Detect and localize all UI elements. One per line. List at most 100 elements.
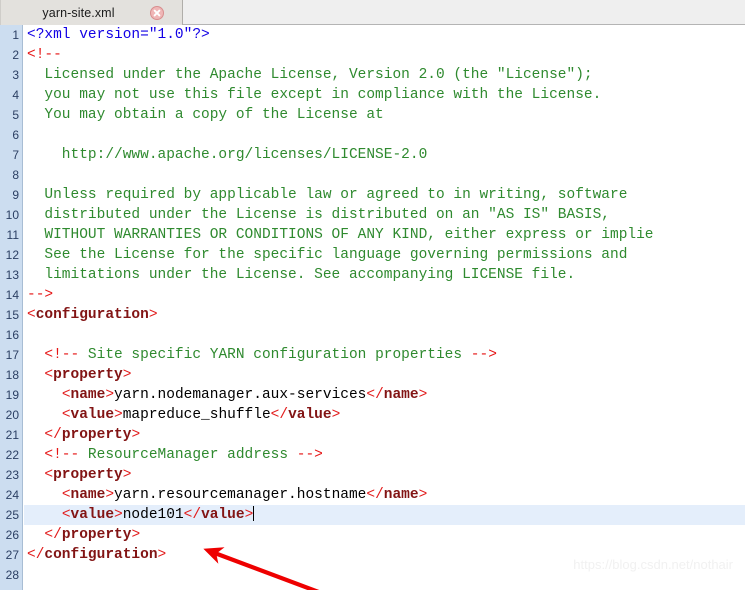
code-line[interactable]: 3 Licensed under the Apache License, Ver… xyxy=(0,65,745,85)
code-token: > xyxy=(157,547,167,563)
tab-bar: yarn-site.xml xyxy=(0,0,745,25)
code-line[interactable]: 8 xyxy=(0,165,745,185)
line-number: 18 xyxy=(5,368,19,382)
code-token: > xyxy=(105,487,115,503)
tab-yarn-site-xml[interactable]: yarn-site.xml xyxy=(0,0,183,25)
code-token: > xyxy=(105,387,115,403)
line-number: 2 xyxy=(12,48,19,62)
line-number: 21 xyxy=(5,428,19,442)
code-line[interactable]: 16 xyxy=(0,325,745,345)
code-token: you may not use this file except in comp… xyxy=(27,87,602,103)
code-token: value xyxy=(70,507,115,523)
code-token: yarn.nodemanager.aux-services xyxy=(114,387,367,403)
line-number: 15 xyxy=(5,308,19,322)
code-token: > xyxy=(418,387,428,403)
line-number: 20 xyxy=(5,408,19,422)
code-line[interactable]: 22 <!-- ResourceManager address --> xyxy=(0,445,745,465)
code-token: <!-- xyxy=(27,47,62,63)
code-token: < xyxy=(61,407,71,423)
code-line-text: <!-- xyxy=(24,45,745,65)
code-editor[interactable]: 1 <?xml version="1.0"?> 2 <!-- 3 Licensed un… xyxy=(0,25,745,590)
code-line[interactable]: 11 WITHOUT WARRANTIES OR CONDITIONS OF A… xyxy=(0,225,745,245)
code-token: > xyxy=(131,527,141,543)
code-line[interactable]: 1 <?xml version="1.0"?> xyxy=(0,25,745,45)
code-token: node101 xyxy=(122,507,184,523)
code-token: mapreduce_shuffle xyxy=(122,407,271,423)
line-number: 8 xyxy=(12,168,19,182)
code-token: --> xyxy=(470,347,497,363)
code-token: Site specific YARN configuration propert… xyxy=(79,347,471,363)
code-line[interactable]: 10 distributed under the License is dist… xyxy=(0,205,745,225)
code-line[interactable]: 26 </property> xyxy=(0,525,745,545)
code-line-text: <property> xyxy=(24,465,745,485)
code-line-text: <property> xyxy=(24,365,745,385)
code-token: <?xml version="1.0"?> xyxy=(27,27,210,43)
close-circle-icon[interactable] xyxy=(150,5,164,20)
code-token: </ xyxy=(27,547,45,563)
line-number: 28 xyxy=(5,568,19,582)
code-line[interactable]: 17 <!-- Site specific YARN configuration… xyxy=(0,345,745,365)
code-token: Licensed under the Apache License, Versi… xyxy=(27,67,593,83)
code-token: property xyxy=(53,367,123,383)
code-token: <!-- xyxy=(44,447,80,463)
tab-bar-empty-space xyxy=(183,0,745,24)
line-number: 4 xyxy=(12,88,19,102)
line-number: 17 xyxy=(5,348,19,362)
code-token: </ xyxy=(183,507,202,523)
code-line[interactable]: 20 <value>mapreduce_shuffle</value> xyxy=(0,405,745,425)
line-number: 1 xyxy=(12,28,19,42)
code-token: < xyxy=(61,387,71,403)
code-token: name xyxy=(383,487,419,503)
code-content[interactable]: 1 <?xml version="1.0"?> 2 <!-- 3 Licensed un… xyxy=(0,25,745,590)
code-line[interactable]: 2 <!-- xyxy=(0,45,745,65)
code-line[interactable]: 15 <configuration> xyxy=(0,305,745,325)
code-token: http://www.apache.org/licenses/LICENSE-2… xyxy=(27,147,428,163)
code-line-text: <!-- Site specific YARN configuration pr… xyxy=(24,345,745,365)
line-number: 16 xyxy=(5,328,19,342)
code-line[interactable]: 13 limitations under the License. See ac… xyxy=(0,265,745,285)
code-token: </ xyxy=(366,387,384,403)
code-token: > xyxy=(122,467,132,483)
code-line-text: --> xyxy=(24,285,745,305)
code-token: name xyxy=(383,387,419,403)
editor-window: yarn-site.xml 1 <?xml version="1.0"?> 2 <!-… xyxy=(0,0,745,590)
code-token: WITHOUT WARRANTIES OR CONDITIONS OF ANY … xyxy=(27,227,654,243)
code-line-text: <!-- ResourceManager address --> xyxy=(24,445,745,465)
line-number: 13 xyxy=(5,268,19,282)
code-line[interactable]: 19 <name>yarn.nodemanager.aux-services</… xyxy=(0,385,745,405)
code-token: > xyxy=(418,487,428,503)
code-line[interactable]: 4 you may not use this file except in co… xyxy=(0,85,745,105)
code-line[interactable]: 21 </property> xyxy=(0,425,745,445)
code-line-text: limitations under the License. See accom… xyxy=(24,265,745,285)
line-number: 12 xyxy=(5,248,19,262)
code-line[interactable]: 18 <property> xyxy=(0,365,745,385)
line-number: 23 xyxy=(5,468,19,482)
line-number: 11 xyxy=(6,228,19,242)
code-token: </ xyxy=(270,407,289,423)
code-token: You may obtain a copy of the License at xyxy=(27,107,384,123)
code-token: </ xyxy=(44,427,62,443)
code-line[interactable]: 7 http://www.apache.org/licenses/LICENSE… xyxy=(0,145,745,165)
text-caret xyxy=(253,506,255,521)
code-token: </ xyxy=(44,527,62,543)
code-line[interactable]: 24 <name>yarn.resourcemanager.hostname</… xyxy=(0,485,745,505)
code-token: > xyxy=(244,507,254,523)
code-line-text: <configuration> xyxy=(24,305,745,325)
code-line[interactable]: 23 <property> xyxy=(0,465,745,485)
code-line[interactable]: 14 --> xyxy=(0,285,745,305)
code-token: > xyxy=(148,307,158,323)
code-line[interactable]: 6 xyxy=(0,125,745,145)
code-line-text: See the License for the specific languag… xyxy=(24,245,745,265)
code-line[interactable]: 12 See the License for the specific lang… xyxy=(0,245,745,265)
code-line-current[interactable]: 25 <value>node101</value> xyxy=(0,505,745,525)
code-line[interactable]: 9 Unless required by applicable law or a… xyxy=(0,185,745,205)
code-line-text: <value>mapreduce_shuffle</value> xyxy=(24,405,745,425)
code-token: > xyxy=(114,507,123,523)
line-number: 22 xyxy=(5,448,19,462)
code-line[interactable]: 5 You may obtain a copy of the License a… xyxy=(0,105,745,125)
